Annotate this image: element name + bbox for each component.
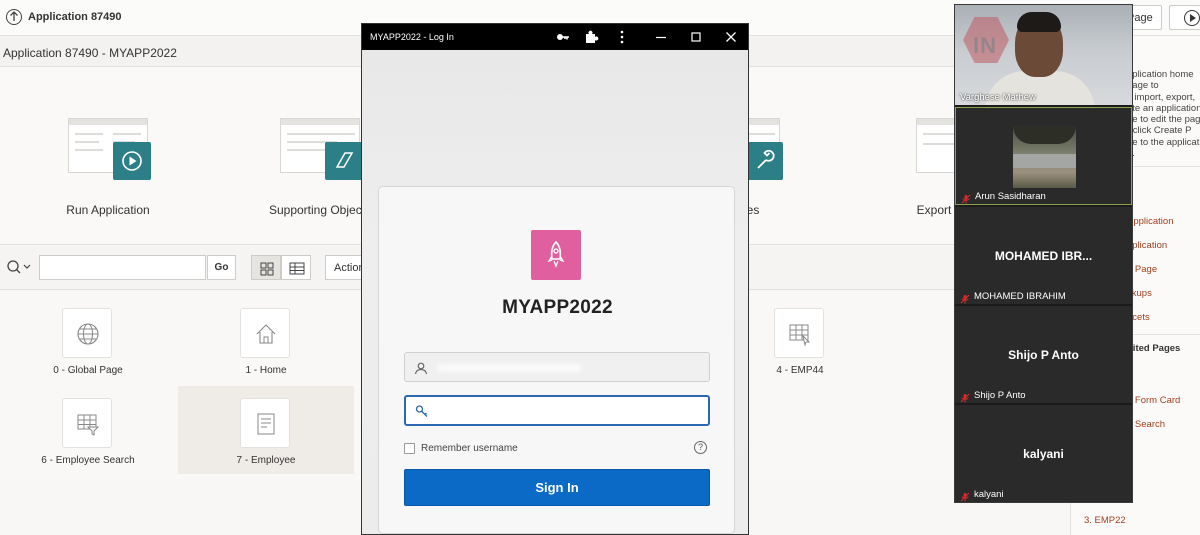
filter-grid-icon xyxy=(62,398,112,448)
play-icon xyxy=(1184,10,1200,26)
page-card-global[interactable]: 0 - Global Page xyxy=(0,296,176,384)
participant-name: MOHAMED IBRAHIM xyxy=(974,291,1066,302)
go-button[interactable]: Go xyxy=(207,255,236,280)
search-input[interactable] xyxy=(39,255,206,280)
close-icon[interactable] xyxy=(723,29,739,45)
participant-tile[interactable]: kalyani kalyani xyxy=(955,405,1132,502)
page-card-label: 7 - Employee xyxy=(236,455,296,466)
participant-tile[interactable]: Arun Sasidharan xyxy=(955,107,1132,205)
remember-username-checkbox[interactable] xyxy=(404,443,415,454)
task-link[interactable]: pplication xyxy=(1127,240,1167,251)
form-icon xyxy=(240,398,290,448)
participant-name: Arun Sasidharan xyxy=(975,191,1046,202)
participant-display-name: Shijo P Anto xyxy=(1008,348,1079,362)
mic-muted-icon xyxy=(960,390,970,403)
remember-username-row: Remember username ? xyxy=(404,441,710,457)
wall-logo-text: IN xyxy=(973,33,997,58)
recent-page-link[interactable]: 3. EMP22 xyxy=(1084,515,1126,526)
page-card-label: 0 - Global Page xyxy=(53,365,123,376)
run-application-action[interactable]: Run Application xyxy=(28,118,188,228)
window-title-bar: MYAPP2022 - Log In xyxy=(362,24,748,50)
mic-muted-icon xyxy=(960,489,970,502)
minimize-icon[interactable] xyxy=(653,29,669,45)
password-field[interactable] xyxy=(404,395,710,426)
app-name-heading: MYAPP2022 xyxy=(502,297,613,318)
rocket-icon xyxy=(531,230,581,280)
user-icon xyxy=(414,361,428,380)
participant-name: Shijo P Anto xyxy=(974,390,1026,401)
extension-puzzle-icon[interactable] xyxy=(583,29,599,45)
participant-name: kalyani xyxy=(974,489,1004,500)
page-card-home[interactable]: 1 - Home xyxy=(178,296,354,384)
username-value-redacted xyxy=(437,364,582,372)
participant-profile-picture xyxy=(1013,126,1076,188)
page-title: Application 87490 - MYAPP2022 xyxy=(3,46,177,60)
page-card-employee[interactable]: 7 - Employee xyxy=(178,386,354,474)
maximize-icon[interactable] xyxy=(688,29,704,45)
more-vert-icon[interactable] xyxy=(614,29,630,45)
help-icon[interactable]: ? xyxy=(694,441,707,454)
play-icon xyxy=(113,142,151,180)
home-icon xyxy=(240,308,290,358)
meeting-participants-panel: IN Varghese Mathew Arun Sasidharan MOHAM… xyxy=(954,4,1133,503)
login-page: MYAPP2022 Remember username ? Sign In xyxy=(362,50,748,534)
navigate-up-icon[interactable] xyxy=(6,9,22,25)
wrench-icon xyxy=(745,142,783,180)
grid-view-button[interactable] xyxy=(251,255,281,280)
run-page-button[interactable] xyxy=(1169,5,1200,30)
task-link[interactable]: Application xyxy=(1127,216,1173,227)
login-popup-window: MYAPP2022 - Log In MYAPP2022 Remember us… xyxy=(361,23,749,535)
page-card-label: 1 - Home xyxy=(245,365,287,376)
mic-muted-icon xyxy=(961,191,971,204)
sign-in-button[interactable]: Sign In xyxy=(404,469,710,506)
username-field[interactable] xyxy=(404,352,710,382)
report-view-button[interactable] xyxy=(281,255,311,280)
run-application-label: Run Application xyxy=(66,203,150,217)
key-icon xyxy=(415,404,429,423)
participant-tile[interactable]: MOHAMED IBR... MOHAMED IBRAHIM xyxy=(955,207,1132,304)
recent-page-link[interactable]: e Form Card xyxy=(1127,395,1180,406)
search-menu-button[interactable] xyxy=(4,255,39,280)
login-region: MYAPP2022 Remember username ? Sign In xyxy=(378,186,735,534)
participant-display-name: MOHAMED IBR... xyxy=(994,249,1093,263)
participant-name: Varghese Mathew xyxy=(960,92,1036,103)
scroll-icon xyxy=(325,142,363,180)
participant-display-name: kalyani xyxy=(1023,447,1064,461)
page-card-label: 6 - Employee Search xyxy=(41,455,135,466)
key-icon[interactable] xyxy=(555,29,571,45)
window-title: MYAPP2022 - Log In xyxy=(370,32,454,42)
app-breadcrumb[interactable]: Application 87490 xyxy=(28,11,122,23)
participant-tile[interactable]: Shijo P Anto Shijo P Anto xyxy=(955,306,1132,403)
mic-muted-icon xyxy=(960,291,970,304)
about-text: pplication home page to s import, export… xyxy=(1127,69,1200,159)
page-card-employee-search[interactable]: 6 - Employee Search xyxy=(0,386,176,474)
participant-tile[interactable]: IN Varghese Mathew xyxy=(955,5,1132,105)
recently-edited-heading: dited Pages xyxy=(1127,343,1181,354)
globe-icon xyxy=(62,308,112,358)
remember-username-label[interactable]: Remember username xyxy=(421,443,518,454)
report-icon xyxy=(774,308,824,358)
